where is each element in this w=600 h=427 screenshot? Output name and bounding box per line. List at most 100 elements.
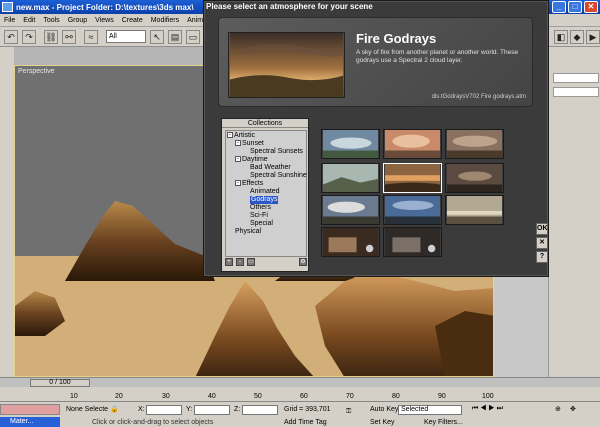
tree-item-spectral-sunshine[interactable]: Spectral Sunshine <box>250 172 307 180</box>
set-key-button[interactable]: Set Key <box>370 419 395 426</box>
minimize-icon[interactable]: _ <box>552 1 566 13</box>
close-icon[interactable]: ✕ <box>584 1 598 13</box>
tree-item-animated[interactable]: Animated <box>250 188 280 196</box>
add-time-tag[interactable]: Add Time Tag <box>284 419 327 426</box>
new-collection-icon[interactable]: + <box>225 258 233 266</box>
atmosphere-thumbnail[interactable] <box>321 129 380 159</box>
z-label: Z: <box>234 406 241 413</box>
playback-controls[interactable]: ⏮ ◀ ▶ ⏭ <box>472 405 503 413</box>
atmosphere-thumbnail[interactable] <box>445 129 504 159</box>
redo-icon[interactable]: ↷ <box>22 30 36 44</box>
render-icon[interactable]: ◆ <box>570 30 584 44</box>
atmosphere-thumbnail[interactable] <box>383 129 442 159</box>
key-icon[interactable]: ⚿ <box>346 408 351 416</box>
maximize-icon[interactable]: □ <box>568 1 582 13</box>
collections-tree: - Artistic - Sunset Spectral Sunsets - Dayt… <box>225 130 307 257</box>
y-coordinate-field[interactable] <box>194 405 230 415</box>
lock-icon[interactable]: 🔒 <box>110 405 119 413</box>
tree-item-artistic[interactable]: - Artistic <box>227 132 255 140</box>
tick-label: 30 <box>162 393 170 400</box>
collections-footer: + - ▭ ⚙ <box>225 258 307 268</box>
select-by-name-icon[interactable]: ▤ <box>168 30 182 44</box>
menu-views[interactable]: Views <box>95 17 114 24</box>
taskbar-material-editor[interactable]: Mater... <box>0 417 60 427</box>
zoom-icon[interactable]: ⊕ <box>555 405 561 413</box>
key-filters-button[interactable]: Key Filters... <box>424 419 463 426</box>
bind-spacewarp-icon[interactable]: ≈ <box>84 30 98 44</box>
x-coordinate-field[interactable] <box>146 405 182 415</box>
undo-icon[interactable]: ↶ <box>4 30 18 44</box>
tree-item-bad-weather[interactable]: Bad Weather <box>250 164 291 172</box>
quick-render-icon[interactable]: ▶ <box>586 30 600 44</box>
preset-preview-image <box>228 32 345 98</box>
tree-label: Effects <box>242 180 264 187</box>
max-app-icon <box>2 2 13 12</box>
menu-group[interactable]: Group <box>68 17 87 24</box>
preset-filename: dis.tGodraysV702 Fire godrays.atm <box>431 94 526 100</box>
viewport-label[interactable]: Perspective <box>18 68 55 75</box>
tree-item-effects[interactable]: - Effects <box>235 180 263 188</box>
pan-icon[interactable]: ✥ <box>570 405 576 413</box>
atmosphere-thumbnail-selected[interactable] <box>383 163 442 193</box>
tree-item-sunset[interactable]: - Sunset <box>235 140 264 148</box>
tree-item-spectral-sunsets[interactable]: Spectral Sunsets <box>250 148 303 156</box>
collections-header: Collections <box>222 119 308 128</box>
command-panel-dropdown[interactable] <box>553 87 599 97</box>
tick-label: 50 <box>254 393 262 400</box>
collapse-icon[interactable]: - <box>235 180 241 187</box>
preset-preview-panel: Fire Godrays A sky of fire from another … <box>218 17 533 107</box>
prompt-line: Click or click-and-drag to select object… <box>92 419 214 426</box>
close-button[interactable]: ✕ <box>536 237 548 249</box>
unlink-icon[interactable]: ⚯ <box>62 30 76 44</box>
tree-label: Artistic <box>234 132 255 139</box>
atmosphere-thumbnail[interactable] <box>321 163 380 193</box>
tree-label: Sunset <box>242 140 264 147</box>
command-panel <box>548 47 600 377</box>
grid-size: Grid = 393,701 <box>284 406 331 413</box>
tree-item-special[interactable]: Special <box>250 220 273 228</box>
z-coordinate-field[interactable] <box>242 405 278 415</box>
tree-item-sci-fi[interactable]: Sci-Fi <box>250 212 268 220</box>
menu-edit[interactable]: Edit <box>23 17 35 24</box>
selection-filter-select[interactable]: All <box>106 30 146 43</box>
region-select-icon[interactable]: ▭ <box>186 30 200 44</box>
collapse-icon[interactable]: - <box>227 132 233 139</box>
key-mode-select[interactable]: Selected <box>398 405 462 415</box>
time-slider[interactable]: 0 / 100 <box>30 379 90 387</box>
collapse-icon[interactable]: - <box>235 156 241 163</box>
help-button[interactable]: ? <box>536 251 548 263</box>
atmosphere-thumbnail[interactable] <box>321 195 380 225</box>
auto-key-button[interactable]: Auto Key <box>370 406 398 413</box>
atmosphere-thumbnail[interactable] <box>383 195 442 225</box>
tree-item-physical[interactable]: Physical <box>235 228 261 236</box>
timeline-ruler[interactable]: 10 20 30 40 50 60 70 80 90 100 <box>0 387 600 402</box>
settings-icon[interactable]: ⚙ <box>299 258 307 266</box>
tree-item-godrays[interactable]: Godrays <box>250 196 279 204</box>
preset-description: A sky of fire from another planet or ano… <box>356 49 519 64</box>
atmosphere-thumbnail[interactable] <box>445 163 504 193</box>
atmosphere-thumbnail[interactable] <box>445 195 504 225</box>
select-object-icon[interactable]: ↖ <box>150 30 164 44</box>
tick-label: 10 <box>70 393 78 400</box>
command-panel-field[interactable] <box>553 73 599 83</box>
atmosphere-thumbnail[interactable] <box>383 227 442 257</box>
tick-label: 60 <box>300 393 308 400</box>
menu-modifiers[interactable]: Modifiers <box>151 17 179 24</box>
atmosphere-thumbnail[interactable] <box>321 227 380 257</box>
render-setup-icon[interactable]: ◧ <box>554 30 568 44</box>
preset-title: Fire Godrays <box>356 31 437 46</box>
folder-icon[interactable]: ▭ <box>247 258 255 266</box>
collapse-icon[interactable]: - <box>235 140 241 147</box>
menu-file[interactable]: File <box>4 17 15 24</box>
tree-item-daytime[interactable]: - Daytime <box>235 156 268 164</box>
menu-create[interactable]: Create <box>122 17 143 24</box>
tick-label: 20 <box>115 393 123 400</box>
max-script-listener[interactable] <box>0 404 60 415</box>
tree-item-others[interactable]: Others <box>250 204 271 212</box>
delete-collection-icon[interactable]: - <box>236 258 244 266</box>
link-icon[interactable]: ⛓ <box>44 30 58 44</box>
status-bar: None Selecte 🔒 X: Y: Z: Grid = 393,701 ⚿… <box>0 402 600 427</box>
window-controls: _ □ ✕ <box>552 1 598 13</box>
menu-tools[interactable]: Tools <box>43 17 59 24</box>
ok-button[interactable]: OK <box>536 223 548 235</box>
